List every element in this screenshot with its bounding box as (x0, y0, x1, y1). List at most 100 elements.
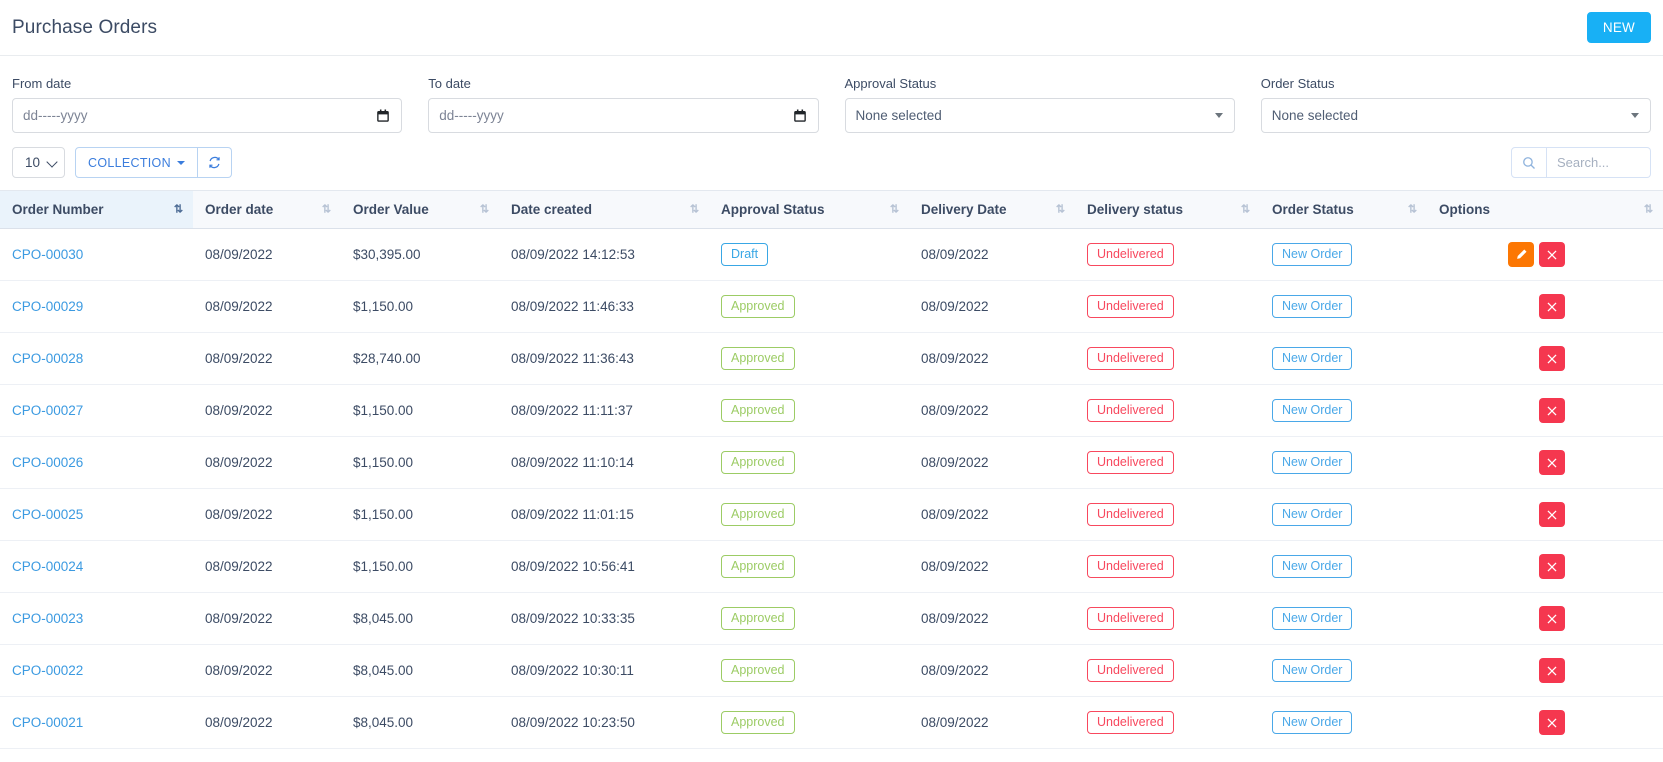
order-number-link[interactable]: CPO-00029 (12, 299, 83, 314)
column-header-options[interactable]: Options ⇅ (1427, 190, 1663, 229)
close-icon (1547, 354, 1557, 363)
search-input[interactable]: Search... (1547, 147, 1651, 178)
column-header-order-date[interactable]: Order date ⇅ (193, 190, 341, 229)
search-button[interactable] (1511, 147, 1547, 178)
table-row: CPO-00030 08/09/2022 $30,395.00 08/09/2022 … (0, 228, 1663, 281)
column-header-delivery-date[interactable]: Delivery Date ⇅ (909, 190, 1075, 229)
cell-order-date: 08/09/2022 (193, 332, 341, 385)
column-header-delivery-status[interactable]: Delivery status ⇅ (1075, 190, 1260, 229)
order-number-link[interactable]: CPO-00021 (12, 715, 83, 730)
delete-button[interactable] (1539, 554, 1565, 579)
refresh-button[interactable] (197, 147, 232, 178)
column-header-order-number[interactable]: Order Number ⇅ (0, 190, 193, 229)
from-date-field: From date dd-----yyyy (12, 76, 403, 133)
column-label: Order Status (1272, 202, 1354, 217)
collection-button-group: COLLECTION (75, 147, 232, 178)
delivery-status-badge: Undelivered (1087, 346, 1174, 371)
cell-date-created: 08/09/2022 11:01:15 (499, 488, 709, 541)
order-number-link[interactable]: CPO-00030 (12, 247, 83, 262)
options-actions (1439, 294, 1653, 319)
delete-button[interactable] (1539, 658, 1565, 683)
cell-date-created: 08/09/2022 11:11:37 (499, 384, 709, 437)
cell-approval-status: Approved (709, 384, 909, 437)
cell-delivery-status: Undelivered (1075, 384, 1260, 437)
cell-order-value: $28,740.00 (341, 332, 499, 385)
new-button[interactable]: NEW (1586, 12, 1651, 43)
options-actions (1439, 606, 1653, 631)
column-label: Approval Status (721, 202, 825, 217)
cell-order-value: $1,150.00 (341, 540, 499, 593)
delete-button[interactable] (1539, 294, 1565, 319)
cell-order-date: 08/09/2022 (193, 384, 341, 437)
order-number-link[interactable]: CPO-00024 (12, 559, 83, 574)
order-number-link[interactable]: CPO-00025 (12, 507, 83, 522)
approval-status-badge: Approved (721, 658, 795, 683)
calendar-icon[interactable] (793, 109, 806, 122)
column-label: Order Number (12, 202, 104, 217)
delivery-status-badge: Undelivered (1087, 502, 1174, 527)
order-number-link[interactable]: CPO-00022 (12, 663, 83, 678)
page-length-select[interactable]: 10 (12, 147, 66, 178)
calendar-icon[interactable] (377, 109, 390, 122)
column-header-order-status[interactable]: Order Status ⇅ (1260, 190, 1427, 229)
cell-approval-status: Approved (709, 644, 909, 697)
cell-order-status: New Order (1260, 384, 1427, 437)
approval-status-badge: Approved (721, 450, 795, 475)
delete-button[interactable] (1539, 710, 1565, 735)
sort-icon: ⇅ (321, 203, 331, 215)
delete-button[interactable] (1539, 606, 1565, 631)
order-status-badge: New Order (1272, 554, 1353, 579)
order-status-select[interactable]: None selected (1260, 98, 1651, 133)
cell-order-value: $1,150.00 (341, 280, 499, 333)
delete-button[interactable] (1539, 450, 1565, 475)
column-header-date-created[interactable]: Date created ⇅ (499, 190, 709, 229)
cell-delivery-date: 08/09/2022 (909, 436, 1075, 489)
from-date-label: From date (12, 76, 72, 91)
cell-order-date: 08/09/2022 (193, 280, 341, 333)
search-placeholder: Search... (1557, 155, 1610, 170)
sort-icon: ⇅ (1055, 203, 1065, 215)
cell-order-value: $8,045.00 (341, 644, 499, 697)
order-number-link[interactable]: CPO-00026 (12, 455, 83, 470)
options-actions (1439, 502, 1653, 527)
order-status-badge: New Order (1272, 502, 1353, 527)
cell-order-date: 08/09/2022 (193, 436, 341, 489)
cell-order-number: CPO-00030 (0, 228, 193, 281)
page-length-value: 10 (25, 155, 41, 170)
delete-button[interactable] (1539, 242, 1565, 267)
delete-button[interactable] (1539, 502, 1565, 527)
column-header-approval-status[interactable]: Approval Status ⇅ (709, 190, 909, 229)
close-icon (1547, 510, 1557, 519)
from-date-input[interactable]: dd-----yyyy (12, 98, 403, 133)
column-header-order-value[interactable]: Order Value ⇅ (341, 190, 499, 229)
collection-button[interactable]: COLLECTION (75, 147, 198, 178)
cell-date-created: 08/09/2022 11:10:14 (499, 436, 709, 489)
column-label: Order date (205, 202, 274, 217)
cell-delivery-date: 08/09/2022 (909, 228, 1075, 281)
order-number-link[interactable]: CPO-00028 (12, 351, 83, 366)
column-label: Date created (511, 202, 593, 217)
table-header: Order Number ⇅ Order date ⇅ Order Value … (0, 190, 1663, 229)
order-number-link[interactable]: CPO-00023 (12, 611, 83, 626)
cell-order-date: 08/09/2022 (193, 488, 341, 541)
options-actions (1439, 554, 1653, 579)
to-date-input[interactable]: dd-----yyyy (428, 98, 819, 133)
delete-button[interactable] (1539, 398, 1565, 423)
column-label: Order Value (353, 202, 429, 217)
filter-bar: From date dd-----yyyy To date dd-----yyy… (0, 56, 1663, 133)
order-number-link[interactable]: CPO-00027 (12, 403, 83, 418)
delete-button[interactable] (1539, 346, 1565, 371)
cell-approval-status: Approved (709, 540, 909, 593)
table-row: CPO-00022 08/09/2022 $8,045.00 08/09/2022 1… (0, 644, 1663, 697)
approval-status-field: Approval Status None selected (844, 76, 1235, 133)
options-actions (1439, 398, 1653, 423)
table-row: CPO-00026 08/09/2022 $1,150.00 08/09/2022 1… (0, 436, 1663, 489)
cell-order-value: $1,150.00 (341, 384, 499, 437)
toolbar-left: 10 COLLECTION (12, 147, 232, 178)
cell-delivery-status: Undelivered (1075, 436, 1260, 489)
cell-approval-status: Approved (709, 436, 909, 489)
edit-button[interactable] (1508, 242, 1534, 267)
cell-delivery-status: Undelivered (1075, 540, 1260, 593)
approval-status-select[interactable]: None selected (844, 98, 1235, 133)
cell-order-status: New Order (1260, 488, 1427, 541)
